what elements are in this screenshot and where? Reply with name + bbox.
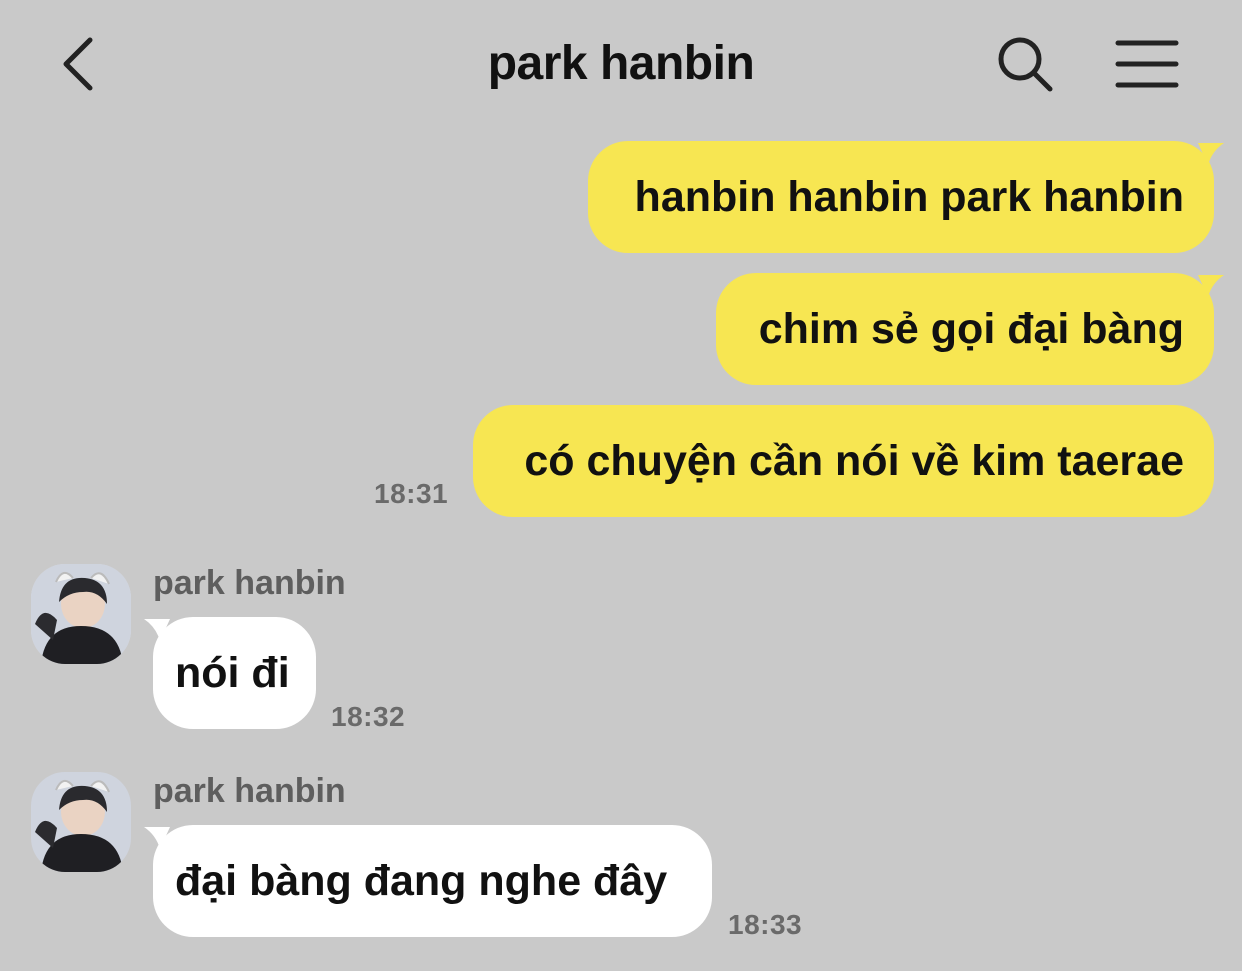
my-message-bubble[interactable]: có chuyện cần nói về kim taerae — [473, 405, 1214, 517]
message-timestamp: 18:32 — [331, 701, 406, 732]
search-icon — [998, 37, 1053, 92]
hamburger-menu-icon — [1115, 40, 1179, 88]
my-message-bubble[interactable]: chim sẻ gọi đại bàng — [716, 273, 1214, 385]
avatar[interactable] — [31, 772, 131, 872]
message-text: đại bàng đang nghe đây — [175, 857, 668, 905]
their-message-bubble[interactable]: nói đi — [153, 617, 316, 729]
message-text: có chuyện cần nói về kim taerae — [524, 437, 1184, 485]
bubble-tail — [1198, 143, 1224, 165]
message-timestamp: 18:33 — [728, 909, 803, 940]
bubble-tail — [144, 619, 170, 641]
profile-photo — [31, 772, 131, 872]
their-message-bubble[interactable]: đại bàng đang nghe đây — [153, 825, 712, 937]
message-text: chim sẻ gọi đại bàng — [758, 305, 1184, 353]
message-text: nói đi — [175, 649, 290, 697]
bubble-tail — [144, 827, 170, 849]
avatar[interactable] — [31, 564, 131, 664]
chat-header: park hanbin — [0, 0, 1242, 130]
message-text: hanbin hanbin park hanbin — [634, 173, 1184, 221]
menu-button[interactable] — [1114, 38, 1180, 90]
my-message-bubble[interactable]: hanbin hanbin park hanbin — [588, 141, 1214, 253]
bubble-tail — [1198, 275, 1224, 297]
sender-name: park hanbin — [153, 564, 346, 602]
message-timestamp: 18:31 — [374, 478, 449, 509]
search-button[interactable] — [995, 34, 1057, 94]
sender-name: park hanbin — [153, 772, 346, 810]
profile-photo — [31, 564, 131, 664]
